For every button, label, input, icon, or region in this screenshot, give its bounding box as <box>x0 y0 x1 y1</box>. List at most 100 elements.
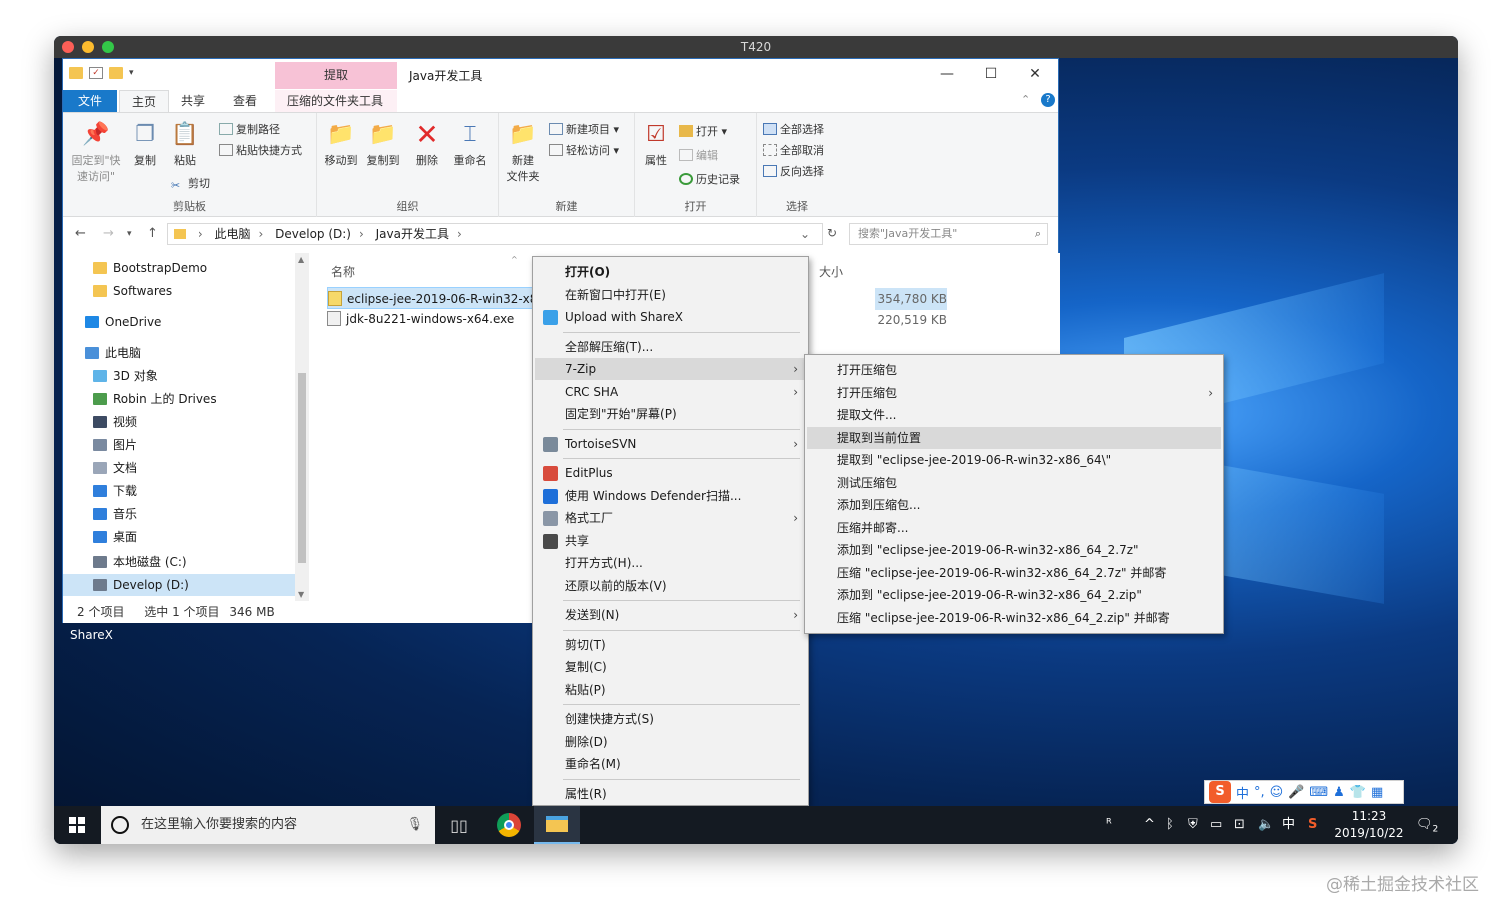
nav-item[interactable]: 文档 <box>63 457 295 479</box>
menu-item[interactable]: 在新窗口中打开(E) <box>535 284 806 306</box>
column-name-header[interactable]: 名称 <box>331 263 355 280</box>
tab-view[interactable]: 查看 <box>221 90 269 112</box>
collapse-ribbon-icon[interactable]: ⌃ <box>1021 93 1030 106</box>
drive-icon[interactable]: ▭ <box>1210 806 1222 844</box>
punctuation-icon[interactable]: °, <box>1254 785 1265 800</box>
file-explorer-taskbar-icon[interactable] <box>534 806 580 844</box>
history-button[interactable]: 历史记录 <box>679 171 740 187</box>
menu-item[interactable]: 格式工厂 › <box>535 507 806 529</box>
nav-item[interactable]: 本地磁盘 (C:) <box>63 551 295 573</box>
new-item-button[interactable]: 新建项目 ▾ <box>549 121 619 137</box>
menu-item[interactable]: 打开压缩包 › <box>807 382 1221 404</box>
paste-shortcut-button[interactable]: 粘贴快捷方式 <box>219 142 302 158</box>
menu-item[interactable]: 7-Zip › <box>535 358 806 380</box>
bluetooth-icon[interactable]: ᛒ <box>1166 806 1174 844</box>
skin-icon[interactable]: 👕 <box>1350 785 1366 800</box>
menu-item[interactable]: 压缩并邮寄... <box>807 517 1221 539</box>
action-center-icon[interactable]: 🗨2 <box>1416 806 1438 844</box>
new-folder-icon[interactable] <box>109 67 123 79</box>
show-hidden-icons-icon[interactable]: ^ <box>1144 806 1155 844</box>
menu-item[interactable]: 压缩 "eclipse-jee-2019-06-R-win32-x86_64_2… <box>807 607 1221 629</box>
taskbar-search[interactable]: 在这里输入你要搜索的内容 🎙 <box>101 806 435 844</box>
address-bar[interactable]: › 此电脑 › Develop (D:) › Java开发工具 › ⌄ <box>167 223 823 245</box>
copy-button[interactable]: ❐ 复制 <box>127 119 163 168</box>
move-to-button[interactable]: 📁 移动到 <box>321 119 361 168</box>
menu-item[interactable]: CRC SHA › <box>535 381 806 403</box>
rename-button[interactable]: ⌶ 重命名 <box>449 119 491 168</box>
folder-icon[interactable] <box>69 67 83 79</box>
toolbox-icon[interactable]: ▦ <box>1371 785 1383 800</box>
edit-button[interactable]: 编辑 <box>679 147 718 163</box>
close-traffic-light[interactable] <box>62 41 74 53</box>
nav-item[interactable]: 桌面 <box>63 526 295 548</box>
microphone-icon[interactable]: 🎤 <box>1288 785 1304 800</box>
menu-item[interactable]: 还原以前的版本(V) <box>535 575 806 597</box>
cut-button[interactable]: ✂ 剪切 <box>171 175 210 192</box>
nav-item[interactable]: 图片 <box>63 434 295 456</box>
menu-item[interactable]: 测试压缩包 <box>807 472 1221 494</box>
menu-item[interactable]: 添加到 "eclipse-jee-2019-06-R-win32-x86_64_… <box>807 584 1221 606</box>
security-icon[interactable]: ⛨ <box>1188 806 1198 844</box>
chrome-icon[interactable] <box>486 806 532 844</box>
menu-item[interactable]: 提取到 "eclipse-jee-2019-06-R-win32-x86_64\… <box>807 449 1221 471</box>
nav-item[interactable]: OneDrive <box>63 311 295 333</box>
ime-mode[interactable]: 中 <box>1236 783 1249 802</box>
menu-item[interactable]: EditPlus <box>535 462 806 484</box>
pin-quick-access-button[interactable]: 📌 固定到"快 速访问" <box>67 119 125 184</box>
menu-item[interactable]: 属性(R) <box>535 783 806 805</box>
menu-item[interactable]: 创建快捷方式(S) <box>535 708 806 730</box>
new-folder-button[interactable]: 📁 新建 文件夹 <box>503 119 543 184</box>
menu-item[interactable]: 打开压缩包 <box>807 359 1221 381</box>
breadcrumb-java-tools[interactable]: Java开发工具 <box>376 227 449 241</box>
keyboard-icon[interactable]: ⌨ <box>1309 785 1328 800</box>
properties-check-icon[interactable]: ✓ <box>89 67 103 79</box>
copy-to-button[interactable]: 📁 复制到 <box>363 119 403 168</box>
qat-dropdown-icon[interactable]: ▾ <box>129 68 134 78</box>
copy-path-button[interactable]: 复制路径 <box>219 121 280 137</box>
tab-share[interactable]: 共享 <box>169 90 217 112</box>
nav-item[interactable]: Develop (D:) <box>63 574 295 596</box>
breadcrumb-develop-d[interactable]: Develop (D:) <box>275 227 351 241</box>
volume-icon[interactable]: 🔈 <box>1258 806 1274 844</box>
file-row[interactable]: jdk-8u221-windows-x64.exe <box>327 308 514 330</box>
column-size-header[interactable]: 大小 <box>819 263 843 280</box>
menu-item[interactable]: 共享 <box>535 530 806 552</box>
properties-button[interactable]: ☑ 属性 <box>639 119 673 168</box>
minimize-traffic-light[interactable] <box>82 41 94 53</box>
delete-button[interactable]: ✕ 删除 <box>409 118 445 168</box>
scroll-down-icon[interactable]: ▼ <box>298 590 304 599</box>
nav-item[interactable]: 下载 <box>63 480 295 502</box>
menu-item[interactable]: 使用 Windows Defender扫描... <box>535 485 806 507</box>
up-arrow-icon[interactable]: ↑ <box>147 226 158 241</box>
scroll-up-icon[interactable]: ▲ <box>298 255 304 264</box>
zoom-traffic-light[interactable] <box>102 41 114 53</box>
start-button[interactable] <box>54 806 100 844</box>
nav-item[interactable]: BootstrapDemo <box>63 257 295 279</box>
microphone-icon[interactable]: 🎙 <box>406 806 423 844</box>
menu-item[interactable]: 提取到当前位置 <box>807 426 1221 449</box>
menu-item[interactable]: 固定到"开始"屏幕(P) <box>535 403 806 425</box>
menu-item[interactable]: 粘贴(P) <box>535 679 806 701</box>
sogou-logo-icon[interactable]: S <box>1209 781 1231 803</box>
nav-item[interactable]: Softwares <box>63 280 295 302</box>
extract-context-tab[interactable]: 提取 <box>275 62 397 89</box>
help-icon[interactable]: ? <box>1041 93 1055 107</box>
breadcrumb-this-pc[interactable]: 此电脑 <box>214 227 250 241</box>
task-view-icon[interactable]: ▯▯ <box>436 806 482 844</box>
minimize-icon[interactable]: — <box>925 63 969 85</box>
nav-item[interactable]: Robin 上的 Drives <box>63 388 295 410</box>
search-input[interactable]: 搜索"Java开发工具" ⌕ <box>849 223 1048 245</box>
menu-item[interactable]: 添加到 "eclipse-jee-2019-06-R-win32-x86_64_… <box>807 539 1221 561</box>
nav-scrollbar[interactable]: ▲ ▼ <box>295 253 309 601</box>
select-all-button[interactable]: 全部选择 <box>763 121 824 137</box>
address-dropdown-icon[interactable]: ⌄ <box>800 224 810 244</box>
user-icon[interactable]: ♟ <box>1333 785 1345 800</box>
close-icon[interactable]: ✕ <box>1013 63 1057 85</box>
back-arrow-icon[interactable]: ← <box>75 226 86 241</box>
menu-item[interactable]: 全部解压缩(T)... <box>535 336 806 358</box>
easy-access-button[interactable]: 轻松访问 ▾ <box>549 142 619 158</box>
sogou-tray-icon[interactable]: S <box>1308 806 1317 844</box>
file-row[interactable]: eclipse-jee-2019-06-R-win32-x86 <box>327 287 533 309</box>
taskbar-clock[interactable]: 11:23 2019/10/22 <box>1332 808 1406 842</box>
maximize-icon[interactable]: ☐ <box>969 63 1013 85</box>
